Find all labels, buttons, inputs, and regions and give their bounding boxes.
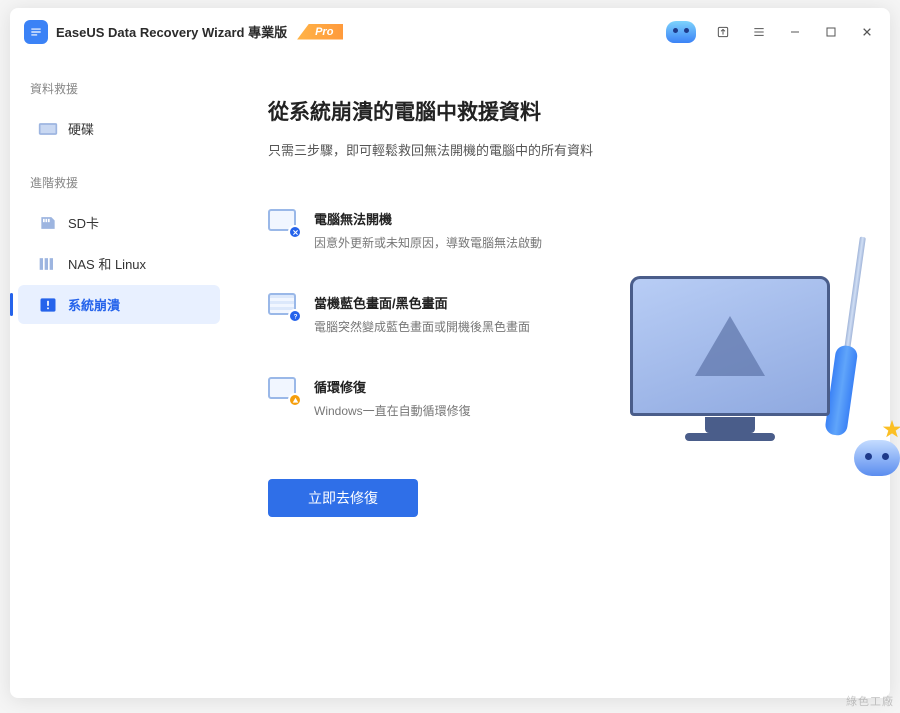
screwdriver-icon bbox=[824, 235, 874, 436]
sidebar: 資料救援 硬碟 進階救援 SD卡 NAS 和 Linux bbox=[10, 56, 228, 698]
page-title: 從系統崩潰的電腦中救援資料 bbox=[268, 96, 850, 126]
minimize-button[interactable] bbox=[786, 23, 804, 41]
sidebar-section-title-basic: 資料救援 bbox=[10, 74, 228, 103]
app-body: 資料救援 硬碟 進階救援 SD卡 NAS 和 Linux bbox=[10, 56, 890, 698]
sidebar-item-label: NAS 和 Linux bbox=[68, 254, 146, 273]
fix-now-button[interactable]: 立即去修復 bbox=[268, 479, 418, 517]
app-title: EaseUS Data Recovery Wizard 專業版 bbox=[56, 22, 287, 41]
feature-item-loop: 循環修復 Windows一直在自動循環修復 bbox=[268, 377, 628, 419]
warning-triangle-icon bbox=[695, 316, 765, 376]
app-window: EaseUS Data Recovery Wizard 專業版 Pro 資料救援 bbox=[10, 8, 890, 698]
titlebar-controls bbox=[666, 21, 876, 43]
crash-icon bbox=[38, 297, 58, 313]
pro-badge: Pro bbox=[297, 24, 343, 40]
main-content: 從系統崩潰的電腦中救援資料 只需三步驟，即可輕鬆救回無法開機的電腦中的所有資料 … bbox=[228, 56, 890, 698]
menu-icon[interactable] bbox=[750, 23, 768, 41]
feature-title: 當機藍色畫面/黑色畫面 bbox=[314, 293, 530, 312]
feature-item-noboot: 電腦無法開機 因意外更新或未知原因，導致電腦無法啟動 bbox=[268, 209, 628, 251]
monitor-illustration bbox=[630, 276, 830, 416]
crash-illustration bbox=[620, 266, 900, 496]
sidebar-item-label: 硬碟 bbox=[68, 119, 94, 138]
sidebar-section-title-advanced: 進階救援 bbox=[10, 168, 228, 197]
titlebar: EaseUS Data Recovery Wizard 專業版 Pro bbox=[10, 8, 890, 56]
mascot-icon bbox=[850, 426, 900, 476]
feature-desc: 因意外更新或未知原因，導致電腦無法啟動 bbox=[314, 234, 542, 251]
disk-icon bbox=[38, 121, 58, 137]
feature-title: 電腦無法開機 bbox=[314, 209, 542, 228]
sidebar-item-sdcard[interactable]: SD卡 bbox=[18, 203, 220, 242]
sidebar-item-nas[interactable]: NAS 和 Linux bbox=[18, 244, 220, 283]
nas-icon bbox=[38, 256, 58, 272]
feature-desc: Windows一直在自動循環修復 bbox=[314, 402, 471, 419]
sdcard-icon bbox=[38, 215, 58, 231]
close-button[interactable] bbox=[858, 23, 876, 41]
sidebar-item-crash[interactable]: 系統崩潰 bbox=[18, 285, 220, 324]
feature-list: 電腦無法開機 因意外更新或未知原因，導致電腦無法啟動 ? 當機藍色畫面/黑色畫面… bbox=[268, 209, 628, 419]
watermark: 綠色工廠 bbox=[846, 693, 894, 709]
svg-text:?: ? bbox=[293, 313, 297, 319]
monitor-loop-icon bbox=[268, 377, 298, 403]
monitor-noboot-icon bbox=[268, 209, 298, 235]
assistant-robot-icon[interactable] bbox=[666, 21, 696, 43]
feature-item-bsod: ? 當機藍色畫面/黑色畫面 電腦突然變成藍色畫面或開機後黑色畫面 bbox=[268, 293, 628, 335]
sidebar-item-disk[interactable]: 硬碟 bbox=[18, 109, 220, 148]
page-subtitle: 只需三步驟，即可輕鬆救回無法開機的電腦中的所有資料 bbox=[268, 140, 850, 159]
app-logo-icon bbox=[24, 20, 48, 44]
monitor-bsod-icon: ? bbox=[268, 293, 298, 319]
feature-desc: 電腦突然變成藍色畫面或開機後黑色畫面 bbox=[314, 318, 530, 335]
feature-title: 循環修復 bbox=[314, 377, 471, 396]
sidebar-item-label: 系統崩潰 bbox=[68, 295, 120, 314]
maximize-button[interactable] bbox=[822, 23, 840, 41]
sidebar-item-label: SD卡 bbox=[68, 213, 99, 232]
share-icon[interactable] bbox=[714, 23, 732, 41]
